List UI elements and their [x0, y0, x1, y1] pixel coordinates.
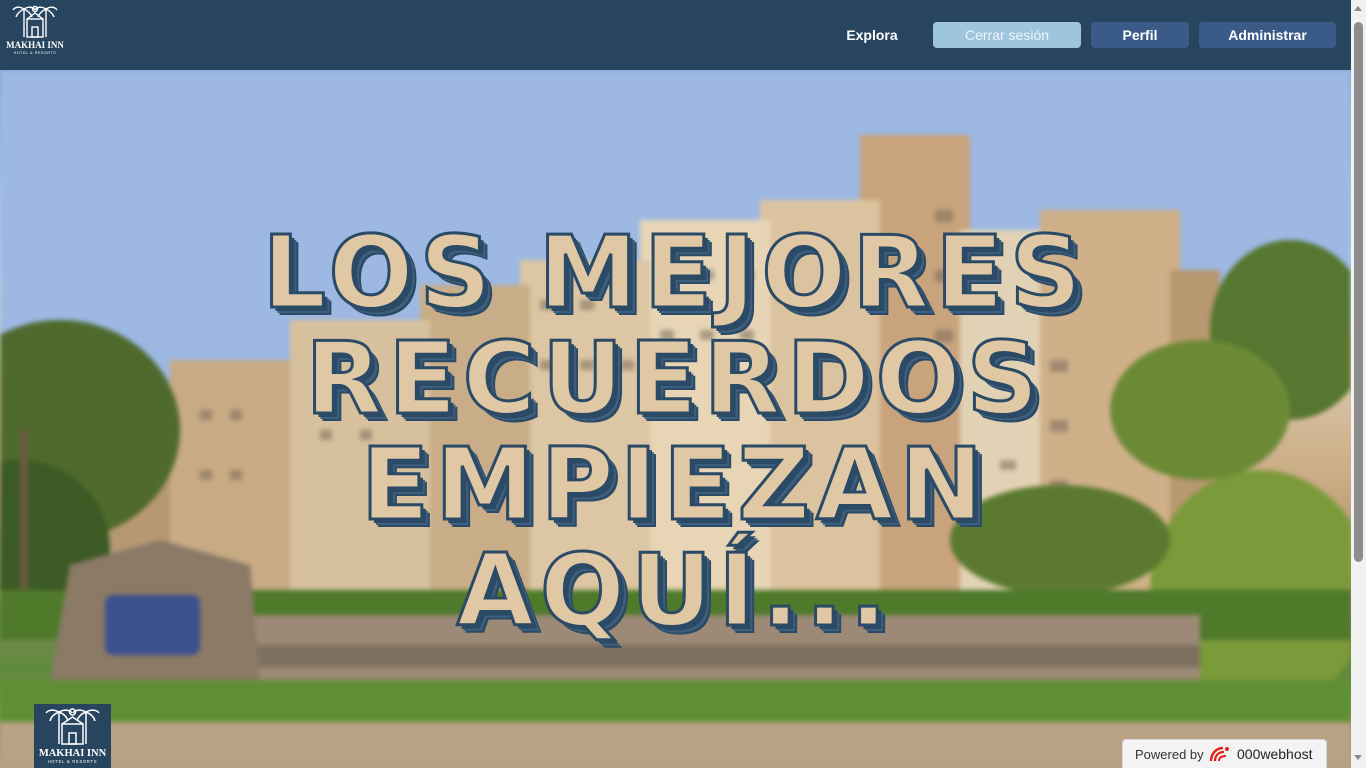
footer-brand-name: MAKHAI INN	[39, 748, 107, 759]
host-name: 000webhost	[1237, 746, 1313, 762]
admin-button[interactable]: Administrar	[1199, 22, 1336, 48]
palm-hotel-logo-icon: MAKHAI INN HOTEL & RESORTS	[6, 5, 64, 55]
palm-hotel-logo-icon: MAKHAI INN HOTEL & RESORTS	[39, 708, 107, 764]
footer-logo[interactable]: MAKHAI INN HOTEL & RESORTS	[34, 704, 111, 768]
profile-button[interactable]: Perfil	[1091, 22, 1189, 48]
hero-section: LOS MEJORES RECUERDOS EMPIEZAN AQUÍ...	[0, 70, 1351, 768]
logout-button[interactable]: Cerrar sesión	[933, 22, 1081, 48]
powered-by-label: Powered by	[1135, 747, 1204, 762]
scroll-down-arrow-icon[interactable]	[1354, 755, 1362, 760]
footer-brand-tagline: HOTEL & RESORTS	[48, 759, 98, 764]
brand-logo[interactable]: MAKHAI INN HOTEL & RESORTS	[4, 3, 66, 57]
nav-explore-link[interactable]: Explora	[838, 22, 906, 48]
page-scrollbar[interactable]	[1351, 0, 1366, 768]
brand-name: MAKHAI INN	[6, 40, 64, 50]
powered-by-badge[interactable]: Powered by 000webhost	[1122, 739, 1327, 768]
hero-headline: LOS MEJORES RECUERDOS EMPIEZAN AQUÍ...	[261, 214, 1088, 649]
top-navbar: MAKHAI INN HOTEL & RESORTS Explora Cerra…	[0, 0, 1351, 70]
000webhost-logo-icon	[1209, 746, 1229, 762]
brand-tagline: HOTEL & RESORTS	[14, 51, 57, 55]
scroll-up-arrow-icon[interactable]	[1354, 6, 1362, 11]
scrollbar-thumb[interactable]	[1354, 22, 1363, 562]
